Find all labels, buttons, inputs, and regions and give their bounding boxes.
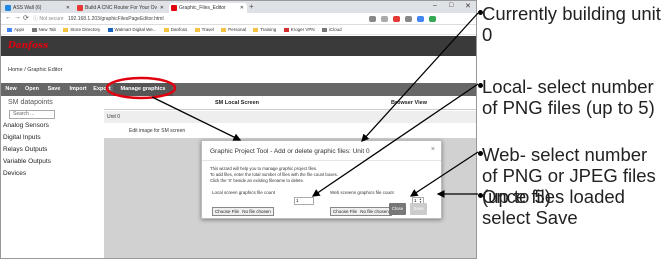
bullet-icon (478, 10, 483, 15)
local-count-label: Local screen graphics file count (212, 190, 276, 195)
bookmark-item[interactable]: Kroger VPN (283, 25, 315, 35)
sm-local-screen-header: SM Local Screen (215, 100, 260, 106)
unit-row[interactable]: Unit 0 (104, 111, 476, 123)
annotation-panel: Currently building unit 0 Local- select … (478, 0, 666, 259)
import-button[interactable]: Import (65, 83, 91, 96)
tab-favicon-icon (5, 5, 11, 11)
bullet-icon (478, 83, 483, 88)
dialog-divider (202, 160, 441, 161)
sidebar-item-relays-outputs[interactable]: Relays Outputs (3, 146, 47, 153)
bookmark-item[interactable]: Apps (7, 25, 24, 35)
dialog-instruction: To add files, enter the total number of … (210, 172, 339, 177)
web-file-picker[interactable]: Choose File No file chosen (330, 207, 392, 216)
open-button[interactable]: Open (21, 83, 43, 96)
bookmark-item[interactable]: Personal (221, 25, 246, 35)
bookmark-item[interactable]: Danfoss (163, 25, 187, 35)
url-text: 192.168.1.203/graphicFilesPageEditor.htm… (67, 16, 164, 22)
close-tab-icon[interactable]: ✕ (240, 3, 244, 13)
minimize-icon[interactable]: – (433, 2, 437, 9)
bookmark-item[interactable]: Walmart Digital We... (107, 25, 157, 35)
tab-ass-wall[interactable]: ASS Wall (6) ✕ (3, 3, 73, 13)
tab-favicon-icon (171, 5, 177, 11)
bookmark-item[interactable]: New Tab (31, 25, 56, 35)
back-icon[interactable]: ← (5, 14, 12, 21)
close-button[interactable]: Close (389, 203, 406, 215)
export-button[interactable]: Export (91, 83, 113, 96)
annotation-unit: Currently building unit 0 (478, 3, 662, 45)
dialog-title: Graphic Project Tool - Add or delete gra… (210, 148, 370, 155)
browser-screenshot: ASS Wall (6) ✕ Build A CNC Router For You… (0, 0, 477, 259)
breadcrumb: Home / Graphic Editor (8, 67, 63, 73)
save-toolbar-button[interactable]: Save (43, 83, 65, 96)
toolbar: New Open Save Import Export Manage graph… (1, 83, 476, 96)
new-button[interactable]: New (1, 83, 21, 96)
annotation-save: Once files loaded select Save (478, 186, 662, 228)
tab-cnc-router[interactable]: Build A CNC Router For Your Ov ✕ (75, 3, 167, 13)
manage-graphics-dialog: Graphic Project Tool - Add or delete gra… (201, 140, 442, 219)
tab-bar: ASS Wall (6) ✕ Build A CNC Router For You… (1, 1, 476, 13)
extension-icon[interactable] (405, 16, 412, 22)
bookmark-item[interactable]: iCloud (321, 25, 342, 35)
annotation-local: Local- select number of PNG files (up to… (478, 76, 662, 118)
not-secure-label: ⓘ Not secure (33, 16, 64, 22)
close-window-icon[interactable]: ✕ (465, 2, 471, 10)
sidebar-item-devices[interactable]: Devices (3, 170, 26, 177)
close-tab-icon[interactable]: ✕ (160, 3, 164, 13)
bullet-icon (478, 151, 483, 156)
bookmark-item[interactable]: Store Directory (63, 25, 100, 35)
search-input[interactable]: Search ... (9, 110, 55, 119)
sidebar-item-variable-outputs[interactable]: Variable Outputs (3, 158, 51, 165)
star-icon[interactable] (369, 16, 376, 22)
header-divider (104, 109, 476, 110)
bookmark-item[interactable]: Training (253, 25, 276, 35)
bookmarks-bar: Apps New Tab Store Directory Walmart Dig… (1, 25, 476, 35)
forward-icon[interactable]: → (14, 14, 21, 21)
new-tab-button[interactable]: + (249, 2, 254, 11)
sm-datapoints-title: SM datapoints (8, 99, 53, 106)
address-bar: ← → ⟳ ⓘ Not secure 192.168.1.203/graphic… (1, 13, 476, 25)
extension-icon[interactable] (429, 16, 436, 22)
bullet-icon (478, 193, 483, 198)
extension-icon[interactable] (417, 16, 424, 22)
sidebar-item-digital-inputs[interactable]: Digital Inputs (3, 134, 41, 141)
dialog-instruction: This wizard will help you to manage grap… (210, 166, 318, 171)
reload-icon[interactable]: ⟳ (23, 14, 29, 22)
local-file-picker[interactable]: Choose File No file chosen (212, 207, 274, 216)
sidebar-item-analog-sensors[interactable]: Analog Sensors (3, 122, 49, 129)
local-count-field[interactable]: 1 (294, 197, 314, 205)
dialog-instruction: Click the 'X' beside an existing filenam… (210, 178, 305, 183)
edit-image-row[interactable]: Edit image for SM screen (104, 125, 476, 137)
tab-favicon-icon (77, 5, 83, 11)
manage-graphics-button[interactable]: Manage graphics (113, 83, 173, 96)
extension-icon[interactable] (393, 16, 400, 22)
app-header: Danfoss (1, 36, 476, 56)
danfoss-logo: Danfoss (8, 41, 49, 51)
tab-graphic-files-editor[interactable]: Graphic_Files_Editor ✕ (169, 3, 247, 13)
extension-icon[interactable] (381, 16, 388, 22)
close-icon[interactable]: × (431, 146, 435, 153)
bookmark-item[interactable]: Travel (194, 25, 214, 35)
url-field[interactable]: ⓘ Not secure 192.168.1.203/graphicFilesP… (33, 15, 164, 23)
close-tab-icon[interactable]: ✕ (66, 3, 70, 13)
save-button[interactable]: Save (410, 203, 427, 215)
maximize-icon[interactable]: □ (449, 2, 453, 9)
web-count-label: Web screens graphics file count (330, 190, 394, 195)
browser-view-header: Browser View (391, 100, 427, 106)
